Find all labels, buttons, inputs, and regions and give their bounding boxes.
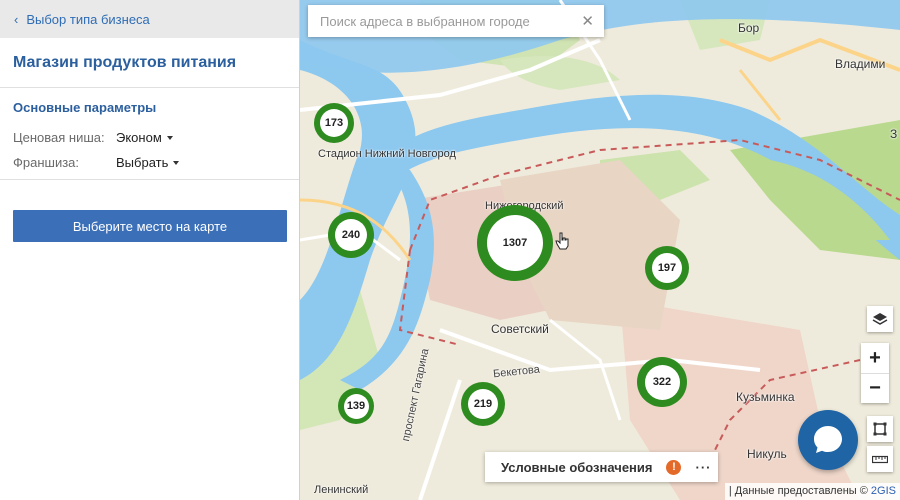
cluster-marker[interactable]: 219 <box>461 382 505 426</box>
map-label-sovetsky: Советский <box>491 322 549 336</box>
map-attribution: | Данные предоставлены © 2GIS <box>724 483 900 500</box>
fullscreen-button[interactable] <box>867 416 893 442</box>
cluster-marker[interactable]: 322 <box>637 357 687 407</box>
layers-button[interactable] <box>867 306 893 332</box>
hand-cursor-icon <box>555 232 569 250</box>
cluster-marker[interactable]: 197 <box>645 246 689 290</box>
chat-bubble-icon <box>814 426 842 453</box>
cluster-marker[interactable]: 1307 <box>477 205 553 281</box>
address-search-box: ✕ <box>308 5 604 37</box>
zoom-out-button[interactable]: − <box>861 373 889 403</box>
map-label-leninsky: Ленинский <box>314 484 369 496</box>
map-legend-button[interactable]: Условные обозначения ! ··· <box>485 452 718 482</box>
cluster-count: 173 <box>320 109 348 137</box>
attribution-text: | Данные предоставлены © <box>728 485 871 497</box>
params-title: Основные параметры <box>13 100 157 115</box>
franchise-dropdown[interactable]: Выбрать <box>116 155 180 170</box>
map-label-z: З <box>890 127 898 141</box>
cluster-count: 322 <box>644 364 680 400</box>
cluster-count: 1307 <box>487 215 543 271</box>
business-title: Магазин продуктов питания <box>0 38 299 88</box>
ruler-icon <box>872 455 888 464</box>
map-label-stadium: Стадион Нижний Новгород <box>318 148 456 160</box>
fullscreen-icon <box>873 422 887 436</box>
cluster-count: 240 <box>335 219 367 251</box>
map-canvas[interactable]: Бор Владими З Стадион Нижний Новгород Ни… <box>300 0 900 500</box>
zoom-control: + − <box>861 343 889 403</box>
price-value: Эконом <box>116 130 162 145</box>
choose-location-button[interactable]: Выберите место на карте <box>13 210 287 242</box>
layers-icon <box>872 313 888 325</box>
map-label-bor: Бор <box>738 21 760 35</box>
attribution-link[interactable]: 2GIS <box>871 485 896 497</box>
map-label-nikulino: Никуль <box>747 447 787 461</box>
map-label-vladimir: Владими <box>835 57 886 71</box>
close-icon[interactable]: ✕ <box>581 12 594 30</box>
cluster-marker[interactable]: 240 <box>328 212 374 258</box>
params-section: Основные параметры Ценовая ниша: Эконом … <box>0 88 299 180</box>
caret-down-icon <box>166 135 173 140</box>
franchise-label: Франшиза: <box>13 155 80 170</box>
price-row: Ценовая ниша: Эконом <box>13 125 286 150</box>
cluster-marker[interactable]: 139 <box>338 388 374 424</box>
cluster-count: 219 <box>468 389 498 419</box>
back-label: Выбор типа бизнеса <box>26 11 150 27</box>
cluster-count: 139 <box>343 393 369 419</box>
franchise-value: Выбрать <box>116 155 169 170</box>
franchise-row: Франшиза: Выбрать <box>13 150 286 175</box>
back-to-business-type[interactable]: ‹ Выбор типа бизнеса <box>0 0 299 38</box>
caret-down-icon <box>173 160 180 165</box>
legend-label: Условные обозначения <box>501 459 653 475</box>
warning-icon: ! <box>666 459 682 475</box>
chat-button[interactable] <box>798 410 858 470</box>
price-dropdown[interactable]: Эконом <box>116 130 173 145</box>
cluster-marker[interactable]: 173 <box>314 103 354 143</box>
ruler-button[interactable] <box>867 446 893 472</box>
more-icon[interactable]: ··· <box>695 460 711 475</box>
zoom-in-button[interactable]: + <box>861 343 889 373</box>
sidebar-panel: ‹ Выбор типа бизнеса Магазин продуктов п… <box>0 0 300 500</box>
address-search-input[interactable] <box>320 13 570 29</box>
cluster-count: 197 <box>652 253 682 283</box>
map-label-kuzminka: Кузьминка <box>736 390 795 404</box>
chevron-left-icon: ‹ <box>14 11 19 27</box>
price-label: Ценовая ниша: <box>13 130 105 145</box>
